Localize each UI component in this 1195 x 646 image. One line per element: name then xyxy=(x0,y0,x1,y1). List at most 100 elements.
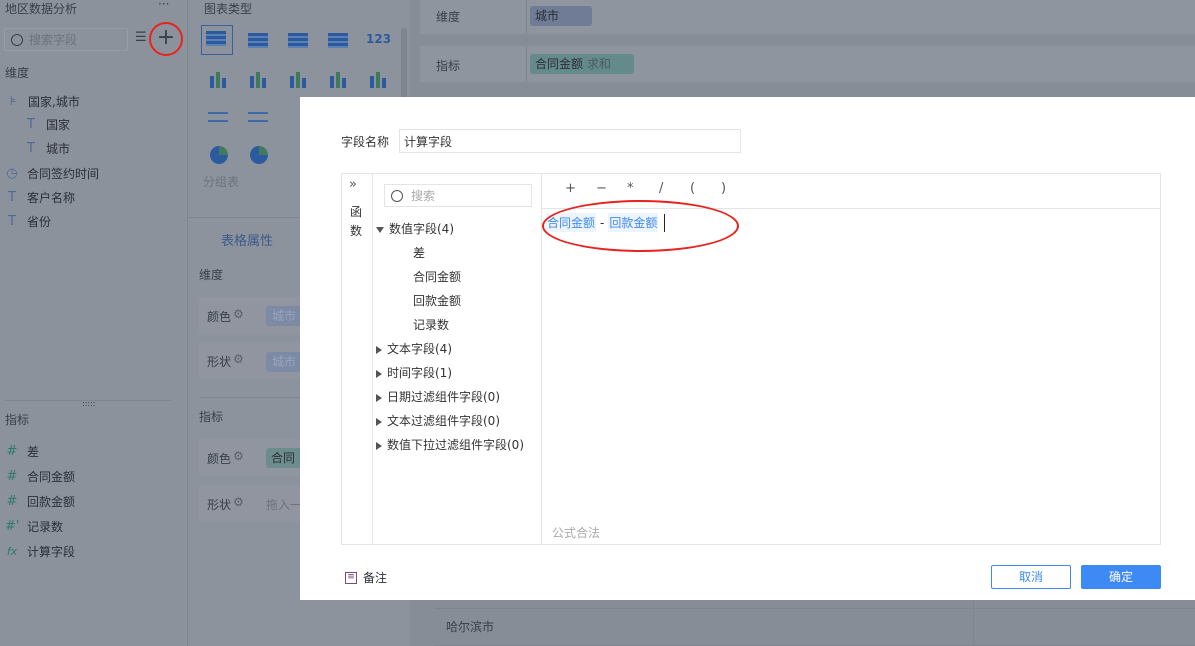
color-label: 颜色 xyxy=(207,452,232,466)
caret-down-icon xyxy=(376,226,384,233)
tree-item[interactable]: 合同金额 xyxy=(413,267,461,287)
table-chart-icon[interactable] xyxy=(201,25,233,55)
metric-chip[interactable]: 合同金额 求和 xyxy=(530,54,634,74)
gear-icon[interactable]: ⚙ xyxy=(233,495,244,509)
dimension-header: 维度 xyxy=(5,66,30,80)
tree-group-label: 文本字段(4) xyxy=(387,342,452,356)
formula-status: 公式合法 xyxy=(552,526,601,540)
gear-icon[interactable]: ⚙ xyxy=(233,307,244,321)
field-name-input[interactable] xyxy=(399,129,741,153)
metric-chip-label: 合同金额 xyxy=(535,57,584,71)
dimension-chip[interactable]: 城市 xyxy=(530,6,592,26)
color-label: 颜色 xyxy=(207,310,232,324)
add-field-button[interactable]: + xyxy=(149,22,183,56)
close-paren-button[interactable]: ) xyxy=(721,181,726,196)
tree-group[interactable]: 文本过滤组件字段(0) xyxy=(376,411,500,431)
clock-icon: ◷ xyxy=(6,166,18,181)
field-item[interactable]: T 城市 xyxy=(24,139,70,159)
field-search-input[interactable]: 搜索 xyxy=(384,184,532,207)
tab-table-properties[interactable]: 表格属性 xyxy=(221,230,273,249)
horizontal-bar-icon[interactable] xyxy=(324,68,352,92)
caret-right-icon xyxy=(376,417,382,426)
fx-icon: fx xyxy=(6,545,18,558)
tree-group[interactable]: 文本字段(4) xyxy=(376,339,452,359)
field-search-input[interactable]: 搜索字段 xyxy=(4,28,128,51)
field-label: 合同金额 xyxy=(27,470,76,484)
function-tab-char: 数 xyxy=(350,224,363,238)
field-item[interactable]: # 合同金额 xyxy=(5,467,75,487)
caret-right-icon xyxy=(376,441,382,450)
metric-header: 指标 xyxy=(5,413,30,427)
cross-table-icon[interactable] xyxy=(244,28,272,52)
table-cell: 哈尔滨市 xyxy=(446,620,495,634)
expand-icon[interactable]: » xyxy=(349,177,357,192)
field-label: 回款金额 xyxy=(27,495,76,509)
column-chart-icon[interactable] xyxy=(284,68,312,92)
field-item[interactable]: ⊧ 国家,城市 xyxy=(6,92,80,112)
tree-group-numeric[interactable]: 数值字段(4) xyxy=(376,219,454,239)
field-item[interactable]: ◷ 合同签约时间 xyxy=(5,164,99,184)
line-chart-icon[interactable] xyxy=(204,106,232,130)
field-label: 省份 xyxy=(27,215,52,229)
tree-item[interactable]: 回款金额 xyxy=(413,291,461,311)
note-label: 备注 xyxy=(363,571,388,585)
group-table-label: 分组表 xyxy=(203,175,240,189)
tree-group[interactable]: 日期过滤组件字段(0) xyxy=(376,387,500,407)
caret-right-icon xyxy=(376,369,382,378)
field-label: 计算字段 xyxy=(27,545,76,559)
field-item[interactable]: fx 计算字段 xyxy=(5,542,75,562)
cancel-button[interactable]: 取消 xyxy=(991,565,1071,589)
rose-chart-icon[interactable] xyxy=(244,144,272,168)
text-icon: T xyxy=(27,117,35,132)
open-paren-button[interactable]: ( xyxy=(690,181,695,196)
number-icon: #' xyxy=(5,519,20,534)
caret-right-icon xyxy=(376,345,382,354)
tree-group-label: 日期过滤组件字段(0) xyxy=(387,390,500,404)
note-button[interactable]: ≡ 备注 xyxy=(345,569,387,586)
field-label: 合同签约时间 xyxy=(27,167,100,181)
scatter-icon[interactable] xyxy=(364,68,392,92)
field-label: 国家 xyxy=(46,118,71,132)
filter-icon[interactable]: ☰ xyxy=(135,30,147,45)
pie-chart-icon[interactable] xyxy=(204,144,232,168)
tree-group[interactable]: 时间字段(1) xyxy=(376,363,452,383)
more-button[interactable]: ··· xyxy=(158,0,169,11)
heatmap-table-icon[interactable] xyxy=(324,28,352,52)
tree-group-label: 数值下拉过滤组件字段(0) xyxy=(387,438,524,452)
search-placeholder: 搜索 xyxy=(411,189,436,203)
field-item[interactable]: # 差 xyxy=(5,442,39,462)
field-item[interactable]: T 客户名称 xyxy=(5,188,75,208)
confirm-button[interactable]: 确定 xyxy=(1081,565,1161,589)
combo-chart-icon[interactable] xyxy=(244,106,272,130)
bar-chart-icon[interactable] xyxy=(244,68,272,92)
stacked-bar-icon[interactable] xyxy=(204,68,232,92)
detail-table-icon[interactable] xyxy=(284,28,312,52)
text-icon: T xyxy=(27,141,35,156)
dimension-header: 维度 xyxy=(199,268,224,282)
gear-icon[interactable]: ⚙ xyxy=(233,352,244,366)
dataset-title: 地区数据分析 xyxy=(5,2,78,16)
tree-item[interactable]: 记录数 xyxy=(413,315,449,335)
tree-group[interactable]: 数值下拉过滤组件字段(0) xyxy=(376,435,524,455)
operator-plus-button[interactable]: + xyxy=(565,181,576,196)
tree-group-label: 时间字段(1) xyxy=(387,366,452,380)
function-tab[interactable]: 函数 xyxy=(350,203,364,241)
tree-item[interactable]: 差 xyxy=(413,243,425,263)
gear-icon[interactable]: ⚙ xyxy=(233,449,244,463)
search-placeholder: 搜索字段 xyxy=(29,33,78,47)
field-label: 客户名称 xyxy=(27,191,76,205)
note-icon: ≡ xyxy=(345,571,357,584)
shape-label: 形状 xyxy=(207,498,232,512)
operator-multiply-button[interactable]: * xyxy=(627,181,634,196)
resize-handle[interactable]: ::::: xyxy=(82,399,95,408)
calculated-field-dialog: 字段名称 » 函数 搜索 数值字段(4) 差 合同金额 回款金额 记录数 文本字… xyxy=(300,97,1195,600)
field-item[interactable]: T 国家 xyxy=(24,115,70,135)
operator-minus-button[interactable]: − xyxy=(596,181,607,196)
field-label: 城市 xyxy=(46,142,71,156)
divider xyxy=(372,173,373,545)
operator-divide-button[interactable]: / xyxy=(659,181,663,196)
field-item[interactable]: #' 记录数 xyxy=(5,517,63,537)
field-item[interactable]: # 回款金额 xyxy=(5,492,75,512)
kpi-icon[interactable]: 123 xyxy=(364,28,392,52)
field-item[interactable]: T 省份 xyxy=(5,212,51,232)
